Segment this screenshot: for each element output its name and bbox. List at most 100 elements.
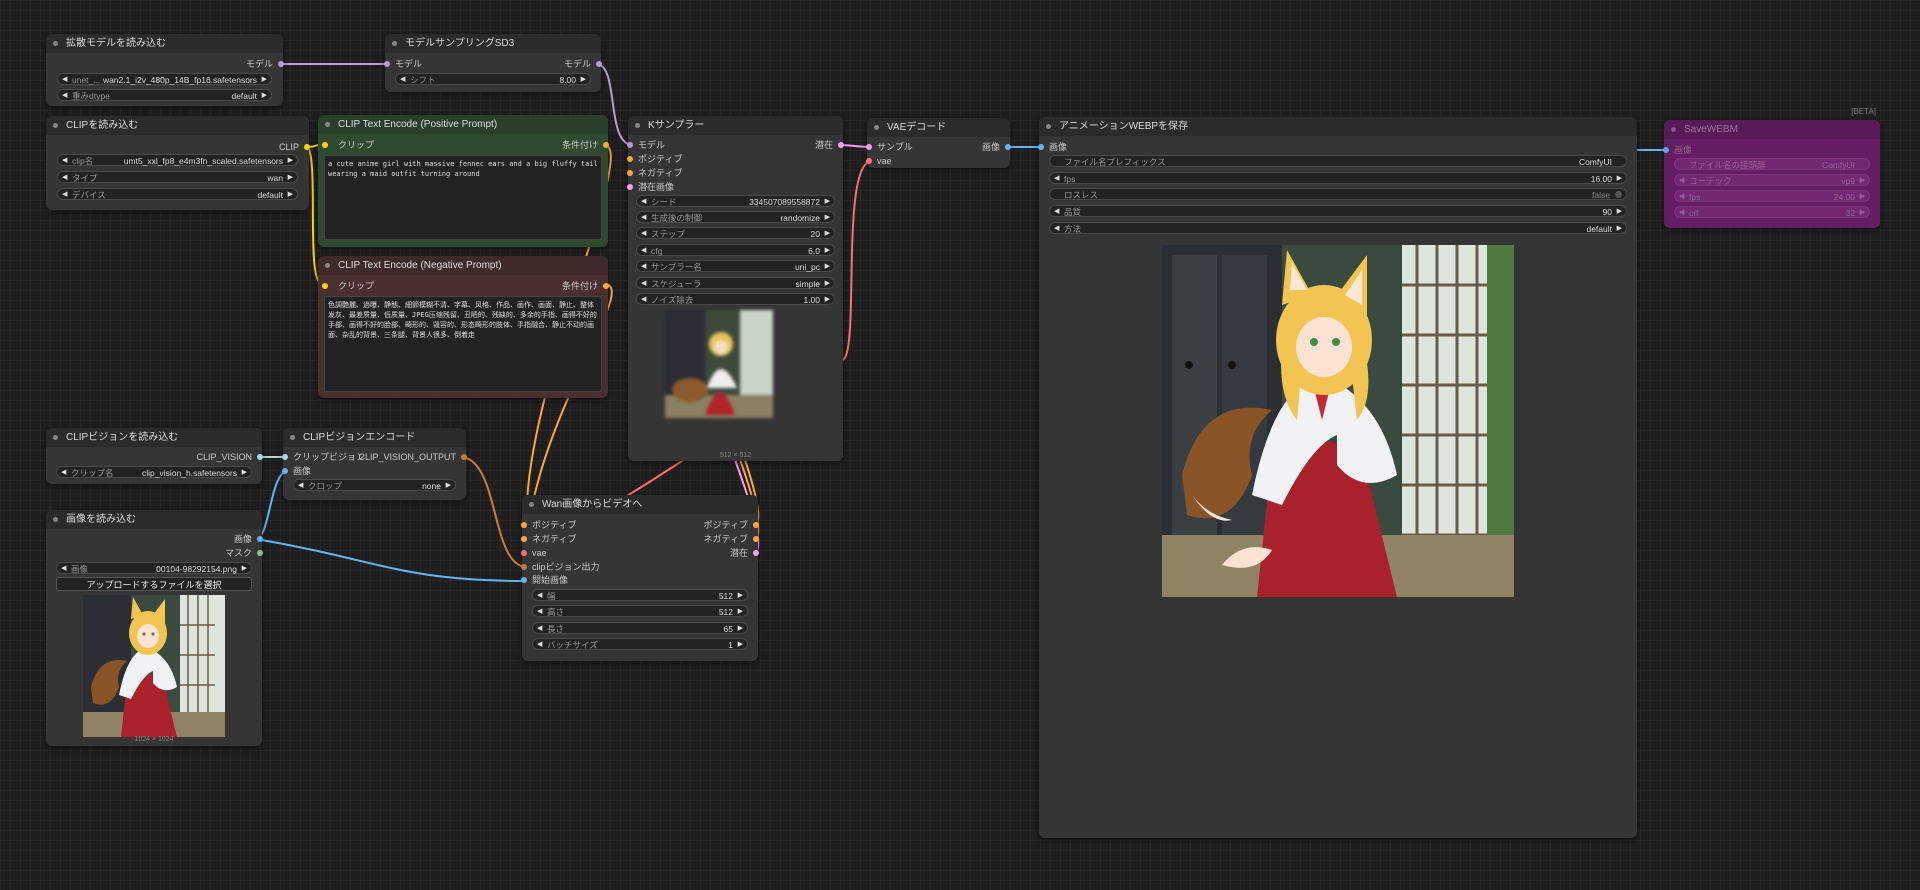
input-clip[interactable]: クリップ [318, 280, 374, 292]
fps-widget[interactable]: ◀ fps 24.00 ▶ [1674, 190, 1870, 202]
model-pin[interactable] [596, 61, 602, 67]
node-title[interactable]: 拡散モデルを読み込む [46, 34, 283, 53]
batch-size-widget[interactable]: ◀ バッチサイズ 1 ▶ [532, 638, 748, 650]
filename-prefix-widget[interactable]: ファイル名プレフィックス ComfyUI [1049, 155, 1627, 167]
node-title[interactable]: VAEデコード [867, 118, 1010, 137]
cfg-widget[interactable]: ◀ cfg 6.0 ▶ [636, 244, 835, 256]
node-title[interactable]: CLIP Text Encode (Positive Prompt) [318, 115, 608, 134]
output-model[interactable]: モデル [246, 58, 284, 70]
output-mask[interactable]: マスク [225, 547, 263, 559]
node-clip-text-positive[interactable]: CLIP Text Encode (Positive Prompt) クリップ … [318, 115, 609, 247]
node-title[interactable]: 画像を読み込む [46, 510, 262, 529]
node-save-webm[interactable]: SaveWEBM [BETA] 画像 ファイル名の接頭辞 ComfyUI ◀ コーデ… [1663, 107, 1880, 228]
input-model[interactable]: モデル [627, 139, 665, 151]
toggle-knob-icon [1615, 191, 1622, 198]
node-title[interactable]: CLIP Text Encode (Negative Prompt) [318, 256, 608, 275]
node-vae-decode[interactable]: VAEデコード サンプル vae 画像 [866, 118, 1011, 168]
input-model[interactable]: モデル [384, 58, 422, 70]
input-images[interactable]: 画像 [1038, 141, 1067, 153]
node-clip-vision-encode[interactable]: CLIPビジョンエンコード クリップビジョン 画像 CLIP_VISION_OU… [282, 428, 467, 500]
node-title[interactable]: アニメーションWEBPを保存 [1039, 117, 1637, 136]
input-clip-vision-output[interactable]: clipビジョン出力 [521, 561, 600, 573]
output-negative[interactable]: ネガティブ [704, 533, 759, 545]
output-conditioning[interactable]: 条件付け [562, 139, 609, 151]
filename-prefix-widget[interactable]: ファイル名の接頭辞 ComfyUI [1674, 158, 1870, 170]
node-title[interactable]: モデルサンプリングSD3 [385, 34, 601, 53]
negative-prompt-textarea[interactable]: 色調艶麗、過曝、静態、細節模糊不清、字幕、风格、作品、画作、画面、静止、整体发灰… [324, 296, 602, 392]
image-file-widget[interactable]: ◀ 画像 00104-98292154.png ▶ [56, 562, 252, 574]
clip-name-widget[interactable]: ◀ clip名 umt5_xxl_fp8_e4m3fn_scaled.safeten… [57, 154, 298, 166]
node-title[interactable]: Wan画像からビデオへ [522, 495, 758, 514]
model-pin[interactable] [278, 61, 284, 67]
input-vae[interactable]: vae [866, 155, 892, 167]
control-after-generate-widget[interactable]: ◀ 生成後の制御 randomize ▶ [636, 211, 835, 223]
node-title[interactable]: CLIPを読み込む [46, 116, 309, 135]
denoise-widget[interactable]: ◀ ノイズ除去 1.00 ▶ [636, 293, 835, 305]
positive-prompt-textarea[interactable]: a cute anime girl with massive fennec ea… [324, 155, 602, 240]
output-image[interactable]: 画像 [234, 533, 263, 545]
clip-type-widget[interactable]: ◀ タイプ wan ▶ [57, 171, 298, 183]
height-widget[interactable]: ◀ 高さ 512 ▶ [532, 605, 748, 617]
lossless-toggle[interactable]: ロスレス false [1049, 188, 1627, 200]
input-negative[interactable]: ネガティブ [521, 533, 576, 545]
output-clip-vision[interactable]: CLIP_VISION [196, 451, 263, 463]
input-positive[interactable]: ポジティブ [521, 519, 576, 531]
crf-widget[interactable]: ◀ crf 32 ▶ [1674, 206, 1870, 218]
arrow-right-icon: ▶ [261, 92, 267, 99]
arrow-left-icon: ◀ [62, 76, 68, 83]
node-load-clip[interactable]: CLIPを読み込む CLIP ◀ clip名 umt5_xxl_fp8_e4m3fn… [46, 116, 310, 210]
quality-widget[interactable]: ◀ 品質 90 ▶ [1049, 205, 1627, 217]
output-positive[interactable]: ポジティブ [704, 519, 759, 531]
weight-dtype-widget[interactable]: ◀ 重みdtype default ▶ [57, 89, 272, 101]
input-samples[interactable]: サンプル [866, 141, 913, 153]
input-clip[interactable]: クリップ [318, 139, 374, 151]
node-wan-image-to-video[interactable]: Wan画像からビデオへ ポジティブ ネガティブ vae clipビジョン出力 開… [521, 495, 759, 661]
shift-widget[interactable]: ◀ シフト 8.00 ▶ [395, 73, 591, 85]
preview-size-caption: 512 × 512 [719, 452, 752, 459]
output-clip[interactable]: CLIP [279, 141, 310, 153]
input-clip-vision[interactable]: クリップビジョン [282, 451, 365, 463]
node-save-animated-webp[interactable]: アニメーションWEBPを保存 画像 ファイル名プレフィックス ComfyUI ◀ f… [1038, 117, 1637, 838]
method-widget[interactable]: ◀ 方法 default ▶ [1049, 222, 1627, 234]
model-pin[interactable] [384, 61, 390, 67]
input-image[interactable]: 画像 [282, 465, 311, 477]
seed-widget[interactable]: ◀ シード 334507089558872 ▶ [636, 195, 835, 207]
output-image[interactable]: 画像 [982, 141, 1011, 153]
collapse-dot[interactable] [392, 41, 397, 46]
upload-file-button[interactable]: アップロードするファイルを選択 [56, 577, 252, 591]
codec-widget[interactable]: ◀ コーデック vp9 ▶ [1674, 174, 1870, 186]
output-clip-vision-output[interactable]: CLIP_VISION_OUTPUT [358, 451, 467, 463]
unet-name-widget[interactable]: ◀ unet_... wan2.1_i2v_480p_14B_fp16.safete… [57, 73, 272, 85]
output-latent[interactable]: 潜在 [730, 547, 759, 559]
collapse-dot[interactable] [53, 41, 58, 46]
input-vae[interactable]: vae [521, 547, 547, 559]
fps-widget[interactable]: ◀ fps 16.00 ▶ [1049, 172, 1627, 184]
clip-vision-name-widget[interactable]: ◀ クリップ名 clip_vision_h.safetensors ▶ [56, 466, 252, 478]
sampler-name-widget[interactable]: ◀ サンプラー名 uni_pc ▶ [636, 260, 835, 272]
node-title[interactable]: SaveWEBM [1664, 120, 1880, 139]
node-load-diffusion-model[interactable]: 拡散モデルを読み込む モデル ◀ unet_... wan2.1_i2v_480p_… [46, 34, 284, 106]
node-model-sampling-sd3[interactable]: モデルサンプリングSD3 モデル モデル ◀ シフト 8.00 ▶ [384, 34, 602, 92]
device-widget[interactable]: ◀ デバイス default ▶ [57, 188, 298, 200]
input-positive[interactable]: ポジティブ [627, 153, 682, 165]
input-latent[interactable]: 潜在画像 [627, 181, 674, 193]
node-ksampler[interactable]: Kサンプラー モデル ポジティブ ネガティブ 潜在画像 潜在 ◀ シード 33450… [627, 116, 844, 461]
node-title[interactable]: CLIPビジョンを読み込む [46, 428, 262, 447]
input-negative[interactable]: ネガティブ [627, 167, 682, 179]
scheduler-widget[interactable]: ◀ スケジューラ simple ▶ [636, 277, 835, 289]
steps-widget[interactable]: ◀ ステップ 20 ▶ [636, 227, 835, 239]
beta-badge: [BETA] [1851, 107, 1876, 116]
node-clip-text-negative[interactable]: CLIP Text Encode (Negative Prompt) クリップ … [318, 256, 609, 398]
node-load-image[interactable]: 画像を読み込む 画像 マスク ◀ 画像 00104-98292154.png ▶ アッ… [46, 510, 263, 746]
width-widget[interactable]: ◀ 幅 512 ▶ [532, 589, 748, 601]
node-title[interactable]: Kサンプラー [628, 116, 843, 135]
node-load-clip-vision[interactable]: CLIPビジョンを読み込む CLIP_VISION ◀ クリップ名 clip_vis… [46, 428, 263, 484]
input-images[interactable]: 画像 [1663, 144, 1692, 156]
crop-widget[interactable]: ◀ クロップ none ▶ [293, 479, 456, 491]
output-model[interactable]: モデル [564, 58, 602, 70]
output-latent[interactable]: 潜在 [815, 139, 844, 151]
length-widget[interactable]: ◀ 長さ 65 ▶ [532, 622, 748, 634]
input-start-image[interactable]: 開始画像 [521, 574, 568, 586]
node-title[interactable]: CLIPビジョンエンコード [283, 428, 466, 447]
output-conditioning[interactable]: 条件付け [562, 280, 609, 292]
